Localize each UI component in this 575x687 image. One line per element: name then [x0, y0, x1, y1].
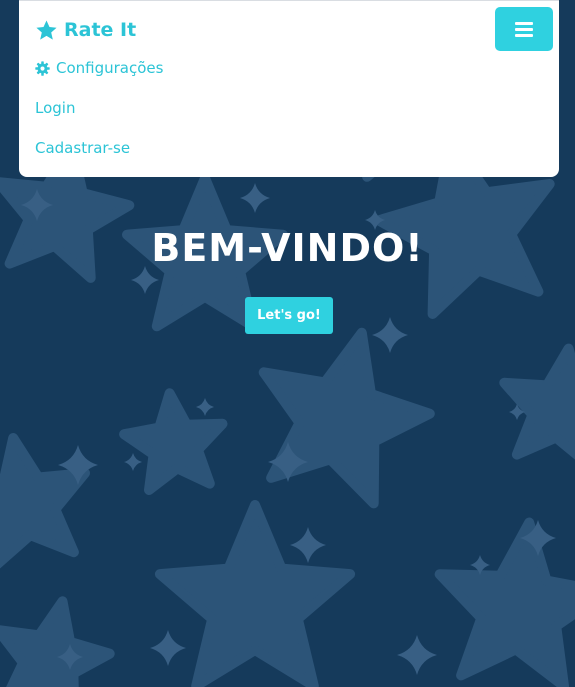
star-icon	[36, 19, 57, 40]
background-sparkle	[124, 453, 142, 471]
gear-icon	[35, 60, 50, 76]
nav-link-cadastrar[interactable]: Cadastrar-se	[35, 139, 130, 157]
hero-title: BEM-VINDO!	[151, 226, 424, 270]
navbar-toggle-button[interactable]	[495, 7, 553, 51]
background-sparkle	[196, 398, 214, 416]
background-sparkle	[240, 183, 270, 213]
background-star	[434, 517, 575, 687]
brand-link[interactable]: Rate It	[35, 16, 136, 44]
brand-name: Rate It	[64, 19, 137, 41]
lets-go-button[interactable]: Let's go!	[245, 297, 333, 334]
nav-link-label: Login	[35, 99, 76, 117]
hamburger-icon	[515, 21, 533, 37]
background-sparkle	[290, 527, 326, 563]
background-sparkle	[372, 317, 408, 353]
nav-link-configuracoes[interactable]: Configurações	[35, 59, 163, 77]
background-sparkle	[131, 266, 159, 294]
background-star	[154, 500, 356, 687]
nav-link-label: Cadastrar-se	[35, 139, 131, 157]
background-sparkle	[150, 630, 186, 666]
background-star	[499, 343, 575, 460]
background-sparkle	[397, 635, 437, 675]
nav-link-label: Configurações	[56, 59, 164, 77]
navbar: Rate It Configurações Login Cadastrar-se	[19, 0, 559, 177]
nav-link-login[interactable]: Login	[35, 99, 75, 117]
background-star	[0, 596, 115, 687]
